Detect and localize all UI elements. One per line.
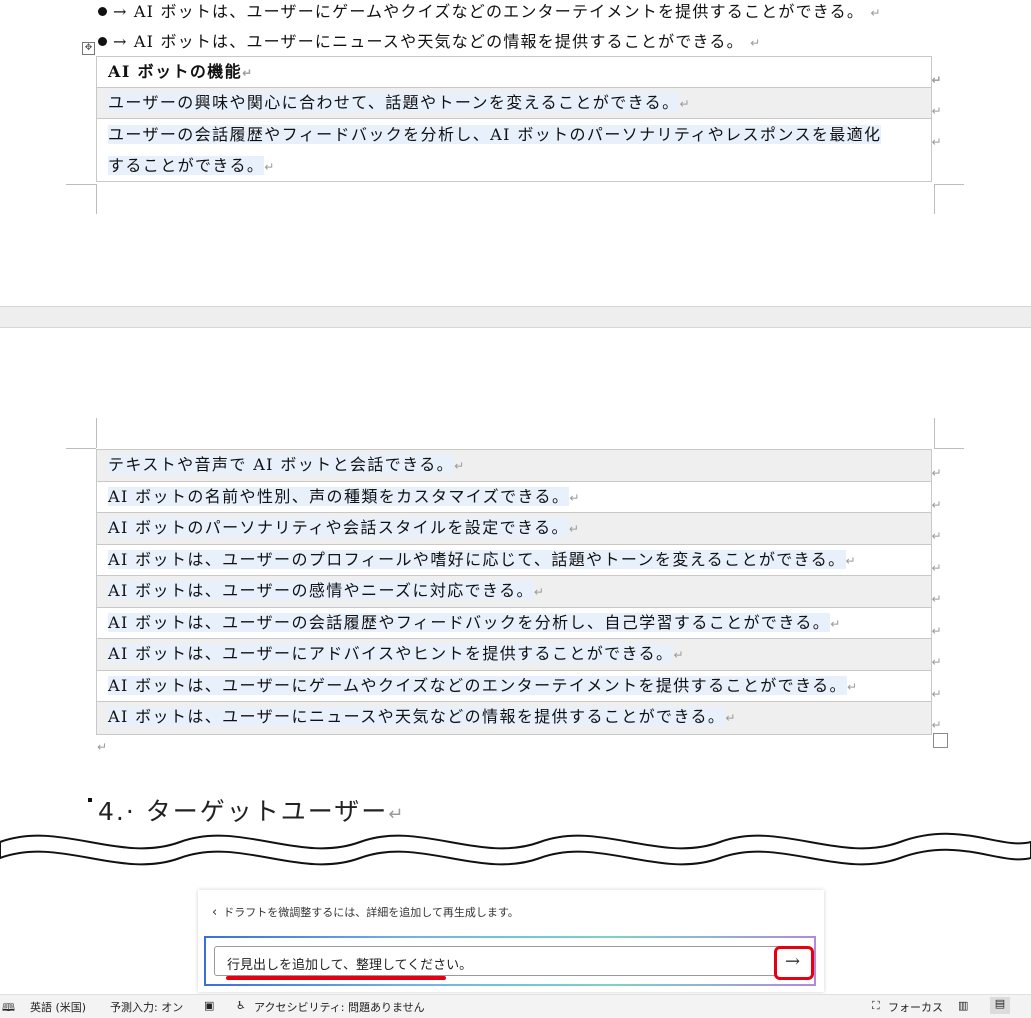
table-cell-text: AI ボットは、ユーザーの感情やニーズに対応できる。 <box>108 581 534 600</box>
row-end-mark: ↵ <box>931 73 943 87</box>
crop-mark <box>96 418 97 448</box>
paragraph-mark: ↵ <box>679 97 691 111</box>
crop-mark <box>934 184 935 214</box>
row-end-mark: ↵ <box>931 623 943 638</box>
table-row[interactable]: AI ボットは、ユーザーにアドバイスやヒントを提供することができる。↵ ↵ <box>97 639 942 671</box>
paragraph-mark: ↵ <box>725 711 737 725</box>
row-end-mark: ↵ <box>931 497 943 512</box>
chevron-left-icon[interactable]: ‹ <box>212 905 217 920</box>
table-cell-text: ユーザーの会話履歴やフィードバックを分析し、AI ボットのパーソナリティやレスポ… <box>108 125 882 144</box>
bullet-text: → AI ボットは、ユーザーにニュースや天気などの情報を提供することができる。 <box>113 32 744 51</box>
table-row[interactable]: AI ボットは、ユーザーのプロフィールや嗜好に応じて、話題やトーンを変えることが… <box>97 545 942 576</box>
paragraph-mark: ↵ <box>454 459 466 473</box>
refine-hint: ‹ ドラフトを微調整するには、詳細を追加して再生成します。 <box>212 904 519 920</box>
status-bar: 🕮 英語 (米国) 予測入力: オン ▣ ♿︎ アクセシビリティ: 問題ありませ… <box>0 994 1031 1018</box>
paragraph-mark: ↵ <box>533 585 546 599</box>
table-move-handle-icon[interactable]: ✥ <box>82 42 95 55</box>
table-row[interactable]: AI ボットは、ユーザーにニュースや天気などの情報を提供することができる。↵ ↵ <box>97 702 942 734</box>
bullet-item: → AI ボットは、ユーザーにニュースや天気などの情報を提供することができる。 … <box>98 32 761 53</box>
paragraph-mark: ↵ <box>673 648 685 662</box>
row-end-mark: ↵ <box>931 135 943 149</box>
table-row[interactable]: ユーザーの会話履歴やフィードバックを分析し、AI ボットのパーソナリティやレスポ… <box>97 119 942 181</box>
bullet-item: → AI ボットは、ユーザーにゲームやクイズなどのエンターテイメントを提供するこ… <box>98 2 882 23</box>
table-cell-text: ユーザーの興味や関心に合わせて、話題やトーンを変えることができる。 <box>108 93 680 112</box>
table-cell-text: AI ボットの名前や性別、声の種類をカスタマイズできる。 <box>108 486 570 506</box>
table-row[interactable]: AI ボットのパーソナリティや会話スタイルを設定できる。↵ ↵ <box>97 513 942 545</box>
hint-text: ドラフトを微調整するには、詳細を追加して再生成します。 <box>223 906 519 919</box>
crop-mark <box>66 184 96 185</box>
send-button[interactable]: → <box>774 946 814 980</box>
table-row[interactable]: AI ボットは、ユーザーの会話履歴やフィードバックを分析し、自己学習することがで… <box>97 608 942 639</box>
table-cell-text: することができる。 <box>108 156 265 175</box>
row-end-mark: ↵ <box>931 104 943 118</box>
crop-mark <box>934 448 964 449</box>
features-table-page2: テキストや音声で AI ボットと会話できる。↵ ↵ AI ボットの名前や性別、声の… <box>96 449 942 735</box>
row-end-mark: ↵ <box>931 529 943 543</box>
crop-mark <box>934 184 964 185</box>
crop-mark <box>96 184 97 214</box>
paragraph-mark: ↵ <box>242 66 254 80</box>
paragraph-mark: ↵ <box>569 490 581 505</box>
bullet-text: → AI ボットは、ユーザーにゲームやクイズなどのエンターテイメントを提供するこ… <box>113 2 865 21</box>
row-end-mark: ↵ <box>931 655 943 669</box>
paragraph-mark: ↵ <box>97 740 108 754</box>
paragraph-mark: ↵ <box>568 522 581 536</box>
table-cell-text: AI ボットは、ユーザーにゲームやクイズなどのエンターテイメントを提供することが… <box>108 675 847 695</box>
bullet-icon <box>98 37 107 46</box>
paragraph-mark: ↵ <box>264 160 276 174</box>
page-gap <box>0 306 1031 328</box>
table-row[interactable]: AI ボットは、ユーザーにゲームやクイズなどのエンターテイメントを提供することが… <box>97 671 942 702</box>
bullet-icon <box>98 7 107 16</box>
accessibility-status[interactable]: アクセシビリティ: 問題ありません <box>254 999 425 1015</box>
prompt-input[interactable]: 行見出しを追加して、整理してください。 <box>214 946 808 976</box>
heading-marker <box>88 798 92 802</box>
focus-icon[interactable]: ⛶ <box>872 999 880 1013</box>
table-cell-text: AI ボットのパーソナリティや会話スタイルを設定できる。 <box>108 518 569 537</box>
table-cell-text: AI ボットは、ユーザーの会話履歴やフィードバックを分析し、自己学習することがで… <box>108 612 831 632</box>
print-layout-icon[interactable]: ▤ <box>990 997 1010 1014</box>
features-table-page1: AI ボットの機能↵ ↵ ユーザーの興味や関心に合わせて、話題やトーンを変えるこ… <box>96 56 942 182</box>
focus-button[interactable]: フォーカス <box>888 999 943 1015</box>
predict-status[interactable]: 予測入力: オン <box>110 999 183 1015</box>
table-row[interactable]: AI ボットは、ユーザーの感情やニーズに対応できる。↵ ↵ <box>97 576 942 608</box>
row-end-mark: ↵ <box>931 466 943 480</box>
arrow-right-icon: → <box>785 951 801 972</box>
read-mode-icon[interactable]: ▥ <box>958 999 968 1012</box>
table-row[interactable]: AI ボットの名前や性別、声の種類をカスタマイズできる。↵ ↵ <box>97 482 942 513</box>
paragraph-mark: ↵ <box>750 36 762 50</box>
table-row[interactable]: ユーザーの興味や関心に合わせて、話題やトーンを変えることができる。↵ ↵ <box>97 88 942 119</box>
table-row[interactable]: テキストや音声で AI ボットと会話できる。↵ ↵ <box>97 450 942 482</box>
language-status[interactable]: 英語 (米国) <box>30 999 86 1015</box>
book-icon[interactable]: 🕮 <box>2 999 15 1018</box>
table-cell-text: AI ボットの機能 <box>108 62 243 81</box>
table-row[interactable]: AI ボットの機能↵ ↵ <box>97 57 942 88</box>
crop-mark <box>66 448 96 449</box>
table-resize-handle[interactable] <box>933 733 948 748</box>
track-changes-icon[interactable]: ▣ <box>204 999 214 1012</box>
wave-break <box>0 832 1031 866</box>
table-cell-text: テキストや音声で AI ボットと会話できる。 <box>108 455 455 474</box>
paragraph-mark: ↵ <box>830 616 842 631</box>
paragraph-mark: ↵ <box>846 679 859 694</box>
crop-mark <box>934 418 935 448</box>
row-end-mark: ↵ <box>931 592 943 606</box>
accessibility-icon[interactable]: ♿︎ <box>236 999 246 1012</box>
annotation-underline <box>226 976 446 980</box>
row-end-mark: ↵ <box>931 560 943 575</box>
table-cell-text: AI ボットは、ユーザーにアドバイスやヒントを提供することができる。 <box>108 644 674 663</box>
prompt-input-text: 行見出しを追加して、整理してください。 <box>227 958 473 973</box>
paragraph-mark: ↵ <box>845 553 857 568</box>
paragraph-mark: ↵ <box>870 6 882 20</box>
table-cell-text: AI ボットは、ユーザーのプロフィールや嗜好に応じて、話題やトーンを変えることが… <box>108 549 846 569</box>
row-end-mark: ↵ <box>931 686 943 701</box>
table-cell-text: AI ボットは、ユーザーにニュースや天気などの情報を提供することができる。 <box>108 707 726 726</box>
